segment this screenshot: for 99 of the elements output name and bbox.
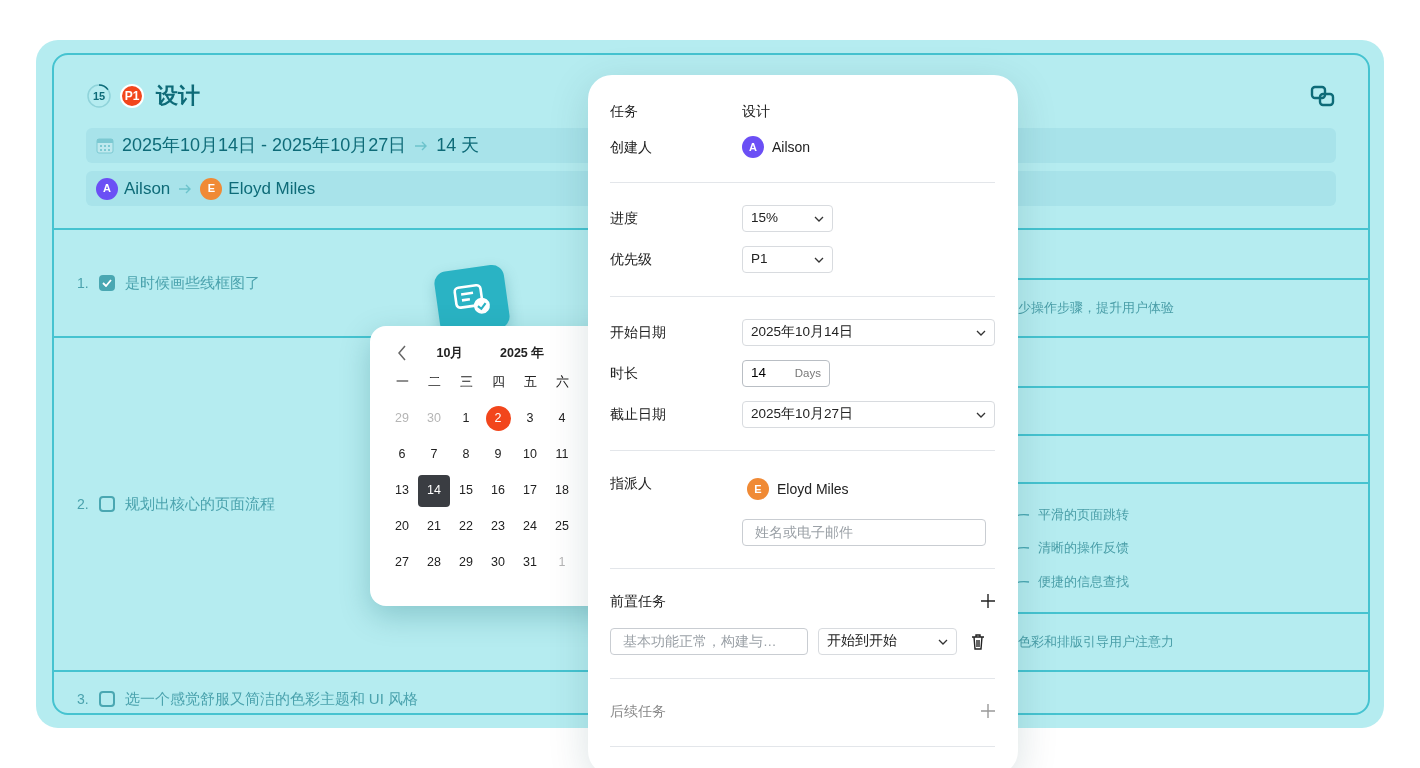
field-label: 创建人 <box>610 137 653 157</box>
checkbox[interactable] <box>98 496 115 512</box>
checkbox[interactable] <box>98 691 115 707</box>
field-label: 时长 <box>610 364 639 383</box>
unit-label: Days <box>794 365 821 381</box>
calendar-day[interactable]: 16 <box>482 474 514 507</box>
calendar-day[interactable]: 7 <box>418 438 450 471</box>
field-label: 指派人 <box>610 474 653 493</box>
checkbox[interactable] <box>98 275 115 291</box>
note-text: 色彩和排版引导用户注意力 <box>1017 633 1174 652</box>
calendar-day[interactable]: 8 <box>450 438 482 471</box>
person-name: Ailson <box>124 177 171 200</box>
field-label: 进度 <box>610 209 639 228</box>
task-text: 选一个感觉舒服又简洁的色彩主题和 UI 风格 <box>124 688 419 709</box>
chevron-down-icon <box>814 256 824 263</box>
calendar-day[interactable]: 18 <box>546 474 578 507</box>
arrow-right-icon <box>414 140 429 151</box>
duration-input[interactable]: 14 <box>751 363 785 384</box>
avatar: A <box>742 136 764 158</box>
field-value: 设计 <box>742 101 770 121</box>
calendar-day[interactable]: 21 <box>418 510 450 543</box>
calendar-day[interactable]: 1 <box>450 402 482 435</box>
progress-text: 15 <box>92 90 106 101</box>
weekday-label: 六 <box>554 374 570 392</box>
person-name: Ailson <box>772 137 811 157</box>
field-label: 优先级 <box>610 250 653 269</box>
branch-text: 平滑的页面跳转 <box>1038 505 1129 524</box>
select-field[interactable]: 2025年10月27日 <box>742 401 995 428</box>
priority-badge: P1 <box>120 83 144 108</box>
add-icon[interactable] <box>981 594 995 608</box>
field-label: 开始日期 <box>610 323 667 342</box>
item-number: 3. <box>77 689 89 709</box>
person-name: Eloyd Miles <box>777 479 849 499</box>
chevron-left-icon[interactable] <box>397 345 407 362</box>
avatar: E <box>747 478 769 500</box>
progress-ring <box>86 82 112 109</box>
select-field[interactable]: 开始到开始 <box>818 628 957 655</box>
connector-line <box>1016 545 1030 551</box>
duration-field[interactable]: 14 Days <box>742 360 830 387</box>
task-title: 设计 <box>156 82 200 110</box>
weekday-label: 二 <box>426 374 442 392</box>
connector-line <box>1016 511 1030 518</box>
chevron-down-icon <box>976 329 986 336</box>
calendar-day[interactable]: 11 <box>546 438 578 471</box>
select-field[interactable]: P1 <box>742 246 833 273</box>
calendar-day[interactable]: 9 <box>482 438 514 471</box>
chevron-down-icon <box>938 638 948 645</box>
weekday-label: 三 <box>458 374 474 392</box>
chevron-down-icon <box>814 215 824 222</box>
calendar-day[interactable]: 30 <box>482 546 514 579</box>
checkmark-icon <box>101 279 112 287</box>
calendar-day[interactable]: 4 <box>546 402 578 435</box>
field-label: 任务 <box>610 101 639 121</box>
link-icon[interactable] <box>1310 84 1336 107</box>
branch-text: 便捷的信息查找 <box>1038 572 1129 591</box>
calendar-day[interactable]: 27 <box>386 546 418 579</box>
branch-text: 清晰的操作反馈 <box>1038 539 1129 558</box>
select-field[interactable]: 15% <box>742 205 833 232</box>
calendar-day[interactable]: 6 <box>386 438 418 471</box>
calendar-day[interactable]: 14 <box>418 474 450 507</box>
trash-icon[interactable] <box>971 633 985 650</box>
duration-text: 14 天 <box>436 134 480 157</box>
assignee-input[interactable]: 姓名或电子邮件 <box>742 519 986 546</box>
chevron-down-icon <box>976 411 986 418</box>
calendar-day[interactable]: 17 <box>514 474 546 507</box>
calendar-day[interactable]: 20 <box>386 510 418 543</box>
calendar-day[interactable]: 22 <box>450 510 482 543</box>
avatar: E <box>200 177 223 200</box>
weekday-label: 一 <box>394 374 410 392</box>
calendar-icon <box>96 137 114 154</box>
avatar: A <box>96 177 118 200</box>
section-label: 前置任务 <box>610 591 666 611</box>
calendar-day[interactable]: 28 <box>418 546 450 579</box>
section-label: 后续任务 <box>610 701 666 721</box>
calendar-day[interactable]: 23 <box>482 510 514 543</box>
calendar-day[interactable]: 31 <box>514 546 546 579</box>
calendar-day[interactable]: 10 <box>514 438 546 471</box>
note-text: 少操作步骤，提升用户体验 <box>1017 299 1174 318</box>
connector-line <box>1016 578 1030 585</box>
select-field[interactable]: 2025年10月14日 <box>742 319 995 346</box>
arrow-right-icon <box>178 183 193 194</box>
calendar-day[interactable]: 13 <box>386 474 418 507</box>
calendar-day[interactable]: 15 <box>450 474 482 507</box>
calendar-day[interactable]: 3 <box>514 402 546 435</box>
year-label[interactable]: 2025 年 <box>482 344 545 363</box>
weekday-label: 五 <box>522 374 538 392</box>
person-name: Eloyd Miles <box>228 177 316 200</box>
weekday-label: 四 <box>490 374 506 392</box>
date-range: 2025年10月14日 - 2025年10月27日 <box>122 134 407 157</box>
calendar-day[interactable]: 25 <box>546 510 578 543</box>
item-number: 2. <box>77 494 89 514</box>
month-label[interactable]: 10月 <box>436 344 464 363</box>
field-label: 截止日期 <box>610 405 667 424</box>
task-text: 规划出核心的页面流程 <box>124 493 275 514</box>
item-number: 1. <box>77 273 89 293</box>
calendar-day[interactable]: 24 <box>514 510 546 543</box>
task-input[interactable]: 基本功能正常，构建与… <box>610 628 808 655</box>
task-text: 是时候画些线框图了 <box>124 272 260 293</box>
calendar-day[interactable]: 29 <box>450 546 482 579</box>
